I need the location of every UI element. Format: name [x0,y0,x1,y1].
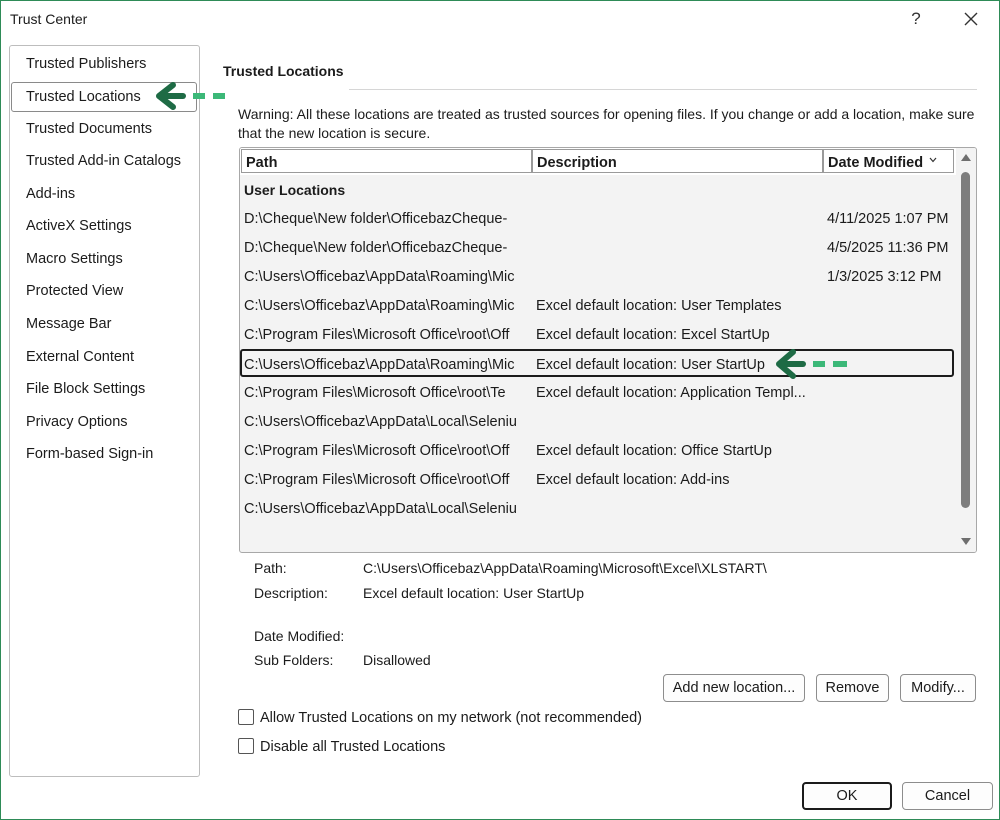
chevron-down-icon [929,157,937,163]
remove-button[interactable]: Remove [816,674,889,702]
table-row[interactable]: D:\Cheque\New folder\OfficebazCheque- 4/… [240,234,956,262]
cell-path: D:\Cheque\New folder\OfficebazCheque- [244,240,508,256]
section-divider [349,89,977,90]
sidebar-item-file-block-settings[interactable]: File Block Settings [26,381,145,397]
cell-path: C:\Users\Officebaz\AppData\Local\Seleniu [244,414,517,430]
cell-path: C:\Users\Officebaz\AppData\Roaming\Mic [244,357,515,373]
table-row[interactable]: D:\Cheque\New folder\OfficebazCheque- 4/… [240,205,956,233]
table-row[interactable]: C:\Users\Officebaz\AppData\Local\Seleniu [240,408,956,436]
sidebar-item-privacy-options[interactable]: Privacy Options [26,414,128,430]
table-row[interactable]: C:\Program Files\Microsoft Office\root\O… [240,321,956,349]
cell-description: Excel default location: User Templates [536,298,782,314]
cell-description: Excel default location: Application Temp… [536,385,806,401]
sidebar-item-form-based-sign-in[interactable]: Form-based Sign-in [26,446,153,462]
add-new-location-button[interactable]: Add new location... [663,674,805,702]
cell-description: Excel default location: Excel StartUp [536,327,770,343]
table-row[interactable]: C:\Program Files\Microsoft Office\root\T… [240,379,956,407]
allow-network-checkbox[interactable] [238,709,254,725]
disable-all-checkbox[interactable] [238,738,254,754]
trusted-locations-table: Path Description Date Modified User Loca… [239,147,977,553]
sidebar-item-trusted-documents[interactable]: Trusted Documents [26,121,152,137]
table-row[interactable]: C:\Program Files\Microsoft Office\root\O… [240,466,956,494]
warning-text: Warning: All these locations are treated… [238,106,975,141]
cell-path: C:\Users\Officebaz\AppData\Roaming\Mic [244,269,515,285]
sidebar-item-label: Trusted Locations [26,89,141,105]
annotation-arrow-icon [156,82,225,110]
detail-description-label: Description: [254,585,328,601]
sidebar-nav: Trusted Publishers Trusted Locations Tru… [9,45,200,777]
help-button[interactable]: ? [904,9,928,31]
cell-path: C:\Users\Officebaz\AppData\Local\Seleniu [244,501,517,517]
cell-path: C:\Program Files\Microsoft Office\root\O… [244,327,510,343]
annotation-arrow-icon [776,349,847,379]
column-header-description[interactable]: Description [532,149,823,173]
cancel-button[interactable]: Cancel [902,782,993,810]
trust-center-dialog: Trust Center ? Trusted Publishers Truste… [0,0,1000,820]
detail-description-value: Excel default location: User StartUp [363,585,584,601]
sidebar-item-external-content[interactable]: External Content [26,349,134,365]
cell-description: Excel default location: Add-ins [536,472,730,488]
cell-path: C:\Program Files\Microsoft Office\root\O… [244,472,510,488]
ok-button[interactable]: OK [802,782,892,810]
table-header: Path Description Date Modified [240,148,956,175]
detail-path-value: C:\Users\Officebaz\AppData\Roaming\Micro… [363,560,767,576]
section-title: Trusted Locations [223,63,344,79]
cell-path: C:\Program Files\Microsoft Office\root\T… [244,385,506,401]
sidebar-item-macro-settings[interactable]: Macro Settings [26,251,123,267]
cell-date: 1/3/2025 3:12 PM [827,269,942,285]
scrollbar-thumb[interactable] [961,172,970,508]
table-row[interactable]: C:\Users\Officebaz\AppData\Local\Seleniu [240,495,956,523]
group-header-user-locations: User Locations [244,182,346,198]
detail-subfolders-label: Sub Folders: [254,652,334,668]
dialog-title: Trust Center [10,11,88,27]
sidebar-item-add-ins[interactable]: Add-ins [26,186,75,202]
cell-date: 4/11/2025 1:07 PM [827,211,949,227]
scroll-up-icon[interactable] [961,154,971,161]
column-header-path[interactable]: Path [241,149,532,173]
disable-all-label[interactable]: Disable all Trusted Locations [260,739,445,755]
close-button[interactable] [956,7,986,31]
scroll-down-icon[interactable] [961,538,971,545]
table-row[interactable]: C:\Program Files\Microsoft Office\root\O… [240,437,956,465]
column-header-label: Date Modified [828,155,924,171]
sidebar-item-protected-view[interactable]: Protected View [26,283,123,299]
detail-date-modified-label: Date Modified: [254,628,345,644]
title-bar: Trust Center ? [1,1,999,37]
detail-path-label: Path: [254,560,287,576]
modify-button[interactable]: Modify... [900,674,976,702]
detail-subfolders-value: Disallowed [363,652,431,668]
cell-path: C:\Users\Officebaz\AppData\Roaming\Mic [244,298,515,314]
sidebar-item-message-bar[interactable]: Message Bar [26,316,111,332]
table-row[interactable]: C:\Users\Officebaz\AppData\Roaming\Mic 1… [240,263,956,291]
cell-path: C:\Program Files\Microsoft Office\root\O… [244,443,510,459]
cell-description: Excel default location: Office StartUp [536,443,772,459]
cell-date: 4/5/2025 11:36 PM [827,240,949,256]
sidebar-item-trusted-publishers[interactable]: Trusted Publishers [26,56,146,72]
cell-path: D:\Cheque\New folder\OfficebazCheque- [244,211,508,227]
sidebar-item-trusted-add-in-catalogs[interactable]: Trusted Add-in Catalogs [26,153,181,169]
sidebar-item-activex-settings[interactable]: ActiveX Settings [26,218,132,234]
vertical-scrollbar[interactable] [956,148,976,552]
table-row[interactable]: C:\Users\Officebaz\AppData\Roaming\Mic E… [240,292,956,320]
close-icon [964,12,978,26]
allow-network-label[interactable]: Allow Trusted Locations on my network (n… [260,710,642,726]
